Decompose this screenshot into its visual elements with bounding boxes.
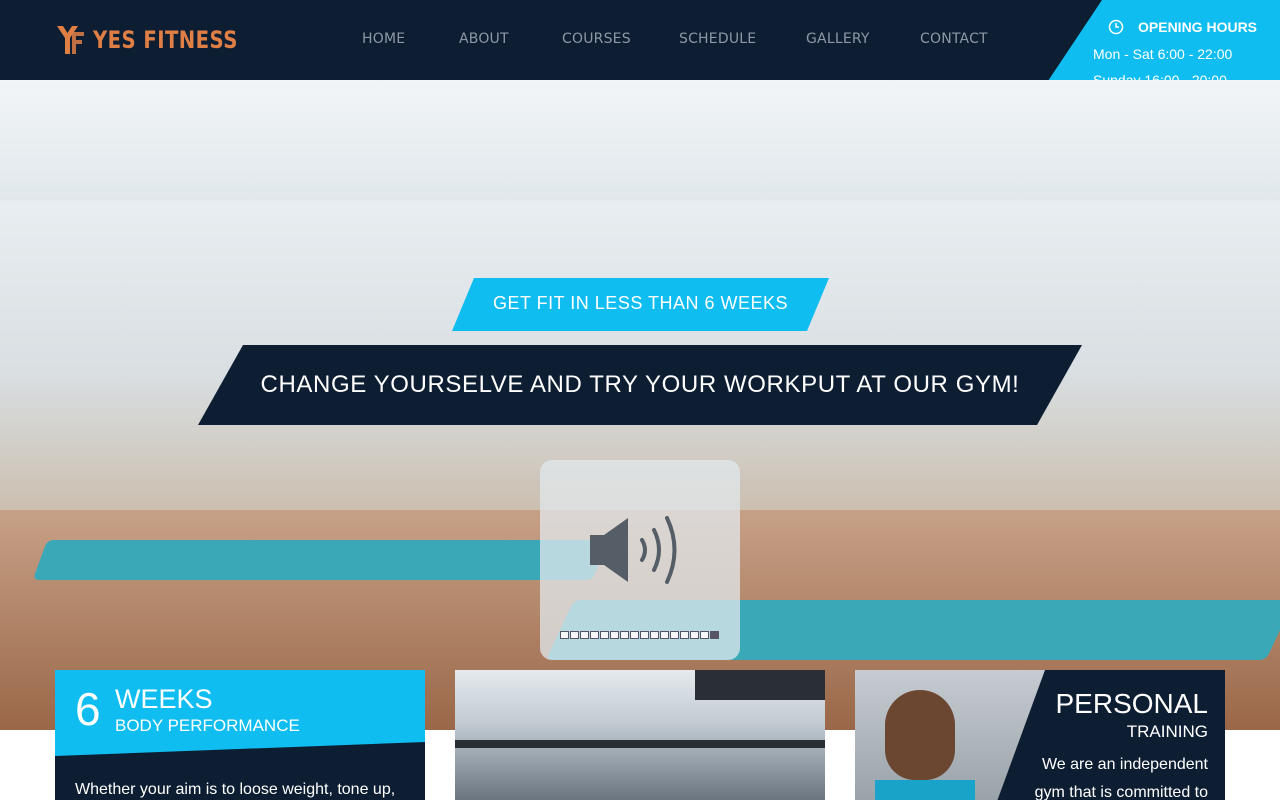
personal-training-subtitle: TRAINING [1126,722,1208,741]
volume-segment [650,631,659,639]
nav-about[interactable]: ABOUT [459,31,509,47]
nav-home[interactable]: HOME [362,31,405,47]
gym-equipment-card[interactable] [455,670,825,800]
logo[interactable]: YES FITNESS [55,24,270,56]
yf-logo-icon [57,26,84,54]
six-weeks-card[interactable]: 6 WEEKS BODY PERFORMANCE Whether your ai… [55,670,425,800]
volume-level-bar [560,631,720,639]
volume-segment [620,631,629,639]
nav-gallery[interactable]: GALLERY [806,31,870,47]
hours-weekdays: Mon - Sat 6:00 - 22:00 [1093,46,1233,62]
volume-segment [600,631,609,639]
nav-schedule[interactable]: SCHEDULE [679,31,756,47]
volume-segment [630,631,639,639]
personal-training-text-line1: We are an independent [1041,756,1208,773]
volume-segment [700,631,709,639]
six-weeks-subtitle: BODY PERFORMANCE [115,716,300,735]
opening-hours-title: OPENING HOURS [1138,19,1258,35]
nav-courses[interactable]: COURSES [562,31,631,47]
volume-segment [710,631,719,639]
hero-background-windows [0,80,1280,200]
hero-headline-banner: CHANGE YOURSELVE AND TRY YOUR WORKPUT AT… [198,345,1082,425]
volume-segment [580,631,589,639]
hero-tagline-banner: GET FIT IN LESS THAN 6 WEEKS [452,278,829,331]
volume-segment [660,631,669,639]
volume-segment [680,631,689,639]
volume-segment [590,631,599,639]
site-header: YES FITNESS HOME ABOUT COURSES SCHEDULE … [0,0,1280,93]
volume-segment [670,631,679,639]
personal-training-card[interactable]: PERSONAL TRAINING We are an independent … [855,670,1225,800]
treadmill-rail [455,740,825,748]
volume-segment [570,631,579,639]
personal-training-text-line2: gym that is committed to [1034,784,1208,800]
six-weeks-title: WEEKS [115,684,213,714]
six-weeks-number: 6 [75,683,101,735]
six-weeks-card-header: 6 WEEKS BODY PERFORMANCE [55,670,425,756]
speaker-volume-icon [590,516,677,584]
volume-overlay [540,460,740,660]
clock-icon [1108,19,1124,35]
volume-segment [560,631,569,639]
volume-segment [690,631,699,639]
trainer-shirt [875,780,975,800]
treadmill-console [695,670,825,700]
volume-segment [610,631,619,639]
hero-headline: CHANGE YOURSELVE AND TRY YOUR WORKPUT AT… [260,371,1020,398]
logo-text: YES FITNESS [93,26,238,54]
volume-segment [640,631,649,639]
personal-training-title: PERSONAL [1055,688,1209,719]
trainer-photo [855,670,1045,800]
hero-tagline: GET FIT IN LESS THAN 6 WEEKS [492,293,789,313]
trainer-face [885,690,955,780]
hero-banner: GET FIT IN LESS THAN 6 WEEKS CHANGE YOUR… [0,80,1280,730]
six-weeks-text: Whether your aim is to loose weight, ton… [75,781,396,798]
exercise-mat-left [32,540,608,580]
nav-contact[interactable]: CONTACT [920,31,988,47]
